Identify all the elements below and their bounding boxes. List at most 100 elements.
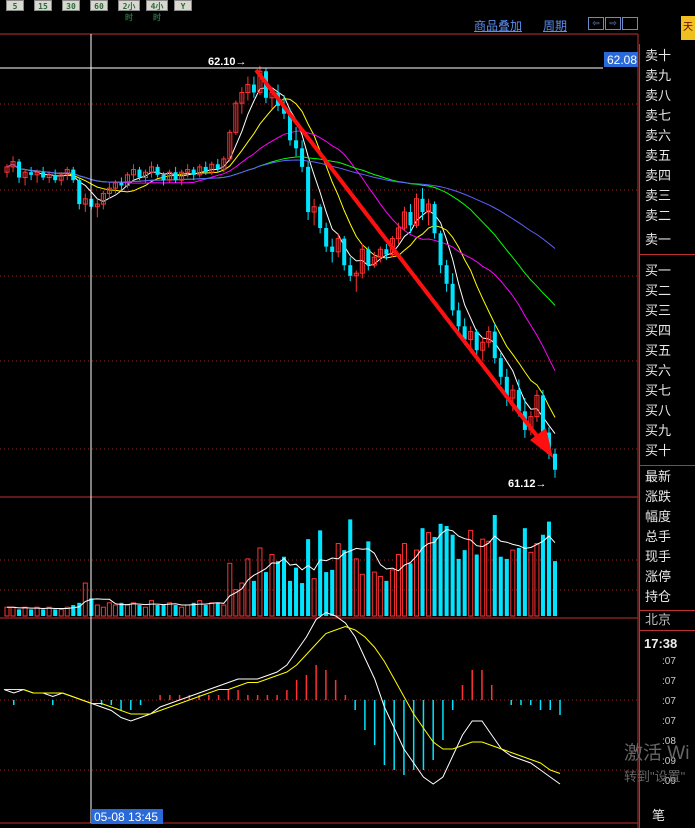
volume-bar	[474, 554, 479, 616]
volume-bar	[124, 604, 130, 617]
quote-field-3: 总手	[645, 529, 672, 544]
candle-body	[438, 233, 443, 266]
volume-bar	[366, 541, 371, 616]
volume-bar	[456, 558, 461, 616]
volume-bar	[203, 605, 208, 616]
panel-divider	[640, 254, 695, 255]
volume-bar	[377, 575, 383, 617]
volume-bar	[71, 605, 76, 616]
candle-body	[450, 283, 455, 311]
candle-body	[77, 180, 82, 205]
high-marker-label: 62.10→	[208, 56, 247, 68]
candle-body	[348, 265, 353, 276]
volume-bar	[480, 538, 486, 617]
candle-body	[498, 358, 503, 377]
tick-row: :07	[662, 696, 676, 707]
volume-series	[4, 515, 557, 617]
sell-level-10: 卖十	[645, 48, 672, 63]
volume-bar	[155, 605, 160, 616]
brand-logo: 天	[681, 16, 695, 40]
sell-level-9: 卖九	[645, 68, 672, 83]
volume-bar	[522, 528, 527, 616]
volume-bar	[112, 604, 118, 617]
sell-level-7: 卖七	[645, 108, 672, 123]
volume-bar	[106, 602, 112, 617]
volume-bar	[94, 604, 100, 617]
current-price-label: 62.08	[607, 53, 637, 67]
candle-body	[342, 238, 347, 266]
volume-bar	[53, 609, 58, 616]
volume-bar	[486, 540, 492, 617]
candle-body	[366, 249, 371, 266]
buy-level-1: 买一	[645, 263, 672, 278]
volume-bar	[311, 578, 317, 617]
overlay-link[interactable]: 商品叠加	[474, 17, 522, 34]
candle-body	[155, 166, 160, 175]
sell-level-6: 卖六	[645, 128, 672, 143]
candle-body	[420, 198, 425, 213]
volume-bar	[17, 609, 22, 616]
volume-bar	[540, 534, 545, 616]
tick-row: :07	[662, 676, 676, 687]
volume-bar	[41, 609, 46, 616]
volume-bar	[221, 604, 227, 617]
macd-dif-line	[3, 611, 561, 785]
buy-level-3: 买三	[645, 303, 672, 318]
candle-body	[41, 172, 46, 178]
period-tab-4[interactable]: 2小时	[118, 0, 140, 22]
volume-bar	[432, 536, 437, 616]
fullscreen-icon[interactable]	[622, 17, 638, 30]
volume-bar	[245, 558, 251, 617]
activation-watermark: 激活 Wi	[624, 743, 690, 764]
candle-body	[444, 265, 449, 284]
volume-bar	[288, 580, 293, 616]
price-chart[interactable]: 62.08 05-08 13:45 62.10→ 61.12→	[0, 0, 695, 828]
candle-body	[251, 84, 256, 93]
volume-bar	[257, 547, 263, 617]
sell-level-8: 卖八	[645, 88, 672, 103]
volume-bar	[498, 556, 503, 616]
nav-right-icon[interactable]: ⇨	[605, 17, 621, 30]
volume-bar	[29, 609, 34, 616]
volume-bar	[10, 606, 16, 617]
volume-bar	[149, 600, 155, 617]
volume-bar	[462, 550, 467, 616]
volume-bar	[306, 539, 311, 616]
period-tab-3[interactable]: 60	[90, 0, 108, 11]
candle-body	[137, 169, 142, 178]
volume-bar	[209, 602, 215, 617]
clock-time: 17:38	[644, 636, 678, 651]
candlestick-series	[4, 65, 557, 478]
volume-bar	[215, 602, 220, 616]
volume-bar	[161, 605, 166, 616]
volume-bar	[82, 582, 88, 617]
volume-bar	[4, 606, 10, 617]
candle-body	[492, 331, 497, 359]
period-link[interactable]: 周期	[543, 17, 567, 34]
buy-level-7: 买七	[645, 383, 672, 398]
volume-bar	[389, 569, 395, 617]
order-book-panel: 卖十 卖九 卖八 卖七 卖六 卖五 卖四 卖三 卖二 卖一 买一 买二 买三 买四 买五 买六 买七 买八 买九 买十…	[639, 44, 695, 828]
sell-level-5: 卖五	[645, 148, 672, 163]
period-tab-5[interactable]: 4小时	[146, 0, 168, 22]
tick-footer: 笔	[652, 808, 666, 823]
volume-bar	[294, 567, 299, 616]
candle-body	[71, 169, 76, 181]
candle-body	[456, 310, 461, 327]
buy-level-5: 买五	[645, 343, 672, 358]
quote-field-4: 现手	[645, 549, 672, 564]
nav-left-icon[interactable]: ⇦	[588, 17, 604, 30]
candle-body	[119, 182, 124, 186]
volume-bar	[300, 583, 305, 616]
candle-body	[324, 227, 329, 247]
candle-body	[474, 331, 479, 351]
period-tab-1[interactable]: 15	[34, 0, 52, 11]
quote-field-2: 幅度	[645, 509, 672, 524]
period-tab-6[interactable]: Y	[174, 0, 192, 11]
period-tabs-bar: 5 15 30 60 2小时 4小时 Y	[0, 0, 695, 22]
candle-body	[215, 164, 220, 170]
period-tab-2[interactable]: 30	[62, 0, 80, 11]
period-tab-0[interactable]: 5	[6, 0, 24, 11]
candle-body	[191, 169, 196, 175]
volume-bar	[167, 602, 173, 617]
